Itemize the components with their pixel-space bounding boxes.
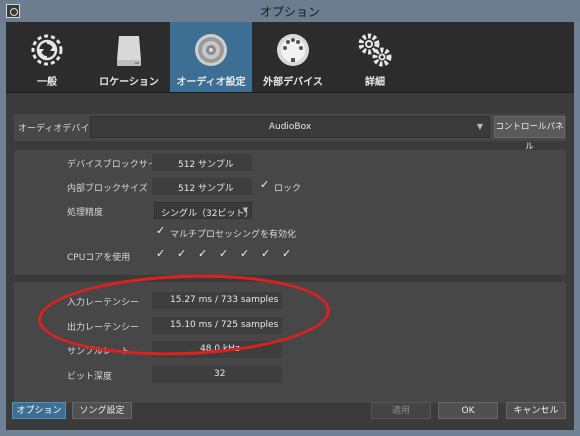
chevron-down-icon: ▼ <box>242 206 248 214</box>
audio-device-label: オーディオデバイス <box>18 124 99 134</box>
options-button[interactable]: オプション <box>12 402 66 419</box>
device-block-size-field: 512 サンプル <box>152 154 252 171</box>
bit-depth-label: ビット深度 <box>67 372 113 382</box>
window-title: オプション <box>259 5 320 19</box>
multiprocessing-checkbox[interactable]: ✓ <box>156 224 165 237</box>
cpu-cores-label: CPUコアを使用 <box>67 253 131 263</box>
audio-device-row: オーディオデバイス AudioBox ▼ コントロールパネル <box>14 114 566 152</box>
internal-block-size-field[interactable]: 512 サンプル <box>152 178 252 195</box>
cpu-core-checkbox[interactable]: ✓ <box>282 247 291 260</box>
internal-block-size-label: 内部ブロックサイズ <box>67 184 148 194</box>
tab-audio-settings[interactable]: オーディオ設定 <box>170 22 252 92</box>
precision-value: シングル（32ビット） <box>161 209 254 219</box>
midi-port-icon <box>277 34 309 66</box>
gears-icon <box>358 33 392 67</box>
cpu-core-checkbox[interactable]: ✓ <box>219 247 228 260</box>
tab-external-devices[interactable]: 外部デバイス <box>252 22 334 92</box>
lock-checkbox[interactable]: ✓ <box>260 178 269 191</box>
precision-label: 処理精度 <box>67 208 104 218</box>
cpu-core-checkbox[interactable]: ✓ <box>261 247 270 260</box>
audio-device-select[interactable]: AudioBox ▼ <box>90 116 490 138</box>
tab-advanced[interactable]: 詳細 <box>334 22 416 92</box>
dialog-client: 一般 ロケーション オーディオ設定 外部デバイス 詳細 オーディオデバイス Au… <box>6 22 574 430</box>
ok-button[interactable]: OK <box>438 402 498 419</box>
bit-depth-value: 32 <box>214 369 226 379</box>
tab-label: 詳細 <box>365 77 385 88</box>
tab-label: オーディオ設定 <box>176 77 246 88</box>
sync-gear-icon <box>31 34 63 66</box>
cpu-core-checkbox[interactable]: ✓ <box>177 247 186 260</box>
settings-body: オーディオデバイス AudioBox ▼ コントロールパネル デバイスブロックサ… <box>6 93 574 430</box>
audio-device-value: AudioBox <box>268 122 312 132</box>
buffer-settings-panel: デバイスブロックサイズ 512 サンプル 内部ブロックサイズ 512 サンプル … <box>14 150 566 275</box>
cancel-button[interactable]: キャンセル <box>506 402 566 419</box>
tab-general[interactable]: 一般 <box>6 22 88 92</box>
tab-locations[interactable]: ロケーション <box>88 22 170 92</box>
cpu-core-checkbox[interactable]: ✓ <box>198 247 207 260</box>
multiprocessing-label: マルチプロセッシングを有効化 <box>170 230 297 240</box>
category-toolbar: 一般 ロケーション オーディオ設定 外部デバイス 詳細 <box>6 22 574 93</box>
speaker-icon <box>195 34 227 66</box>
apply-button[interactable]: 適用 <box>371 402 431 419</box>
internal-block-size-value: 512 サンプル <box>178 184 234 194</box>
tab-label: 外部デバイス <box>263 77 323 88</box>
device-block-size-value: 512 サンプル <box>178 160 234 170</box>
device-block-size-label: デバイスブロックサイズ <box>67 160 166 170</box>
options-window: オプション 一般 ロケーション オーディオ設定 外部デバイス 詳細 オーディオデ… <box>0 0 580 436</box>
drive-icon <box>117 36 141 66</box>
control-panel-button[interactable]: コントロールパネル <box>494 116 565 152</box>
chevron-down-icon: ▼ <box>476 122 483 131</box>
precision-select[interactable]: シングル（32ビット） ▼ <box>154 202 254 219</box>
bit-depth-field: 32 <box>152 366 282 383</box>
title-bar[interactable]: オプション <box>0 0 580 22</box>
cpu-core-checkbox[interactable]: ✓ <box>156 247 165 260</box>
tab-label: 一般 <box>37 77 57 88</box>
tab-label: ロケーション <box>99 77 159 88</box>
cpu-core-checkbox[interactable]: ✓ <box>240 247 249 260</box>
song-settings-button[interactable]: ソング設定 <box>72 402 132 419</box>
lock-label: ロック <box>274 184 302 194</box>
